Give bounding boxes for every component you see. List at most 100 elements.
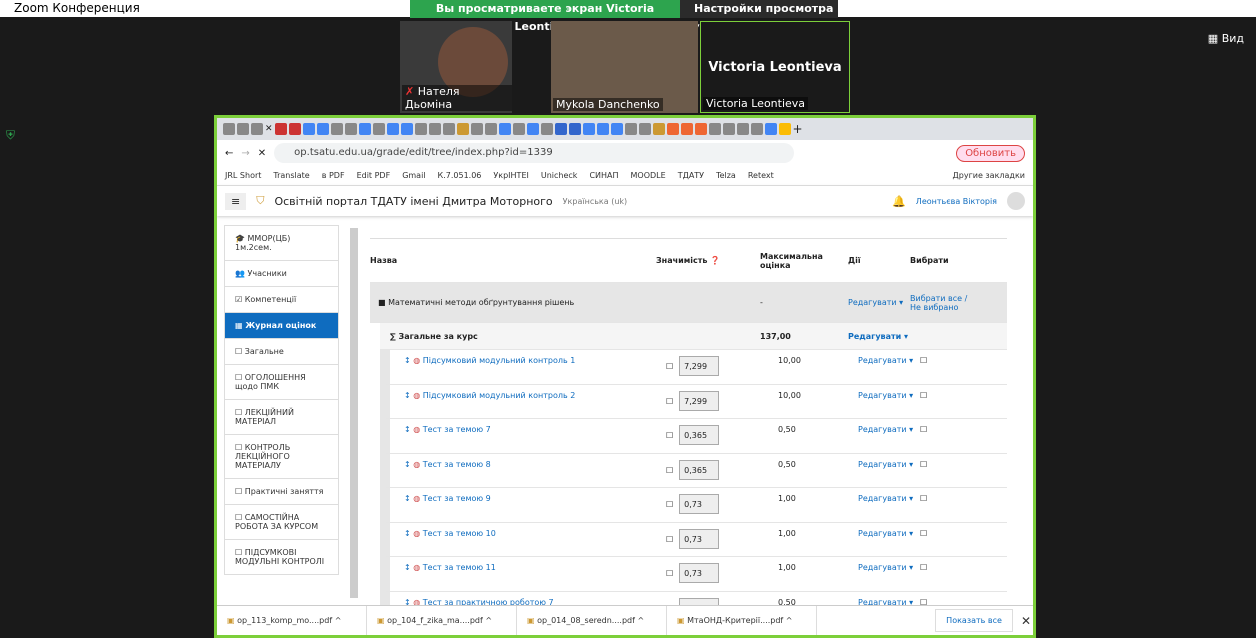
select-checkbox[interactable]: ☐ (920, 529, 927, 538)
bookmark[interactable]: Retext (748, 171, 774, 180)
grade-item-row: ↕ ◍ Тест за темою 9 ☐ 0,73 1,00 Редагуват… (380, 488, 1007, 523)
edit-menu[interactable]: Редагувати ▾ (848, 332, 908, 341)
edit-menu[interactable]: Редагувати ▾ (858, 356, 913, 365)
bookmark[interactable]: Edit PDF (357, 171, 391, 180)
sidebar-item[interactable]: ☐ Загальне (224, 339, 339, 365)
weight-input[interactable]: 7,299 (679, 356, 720, 376)
bookmark[interactable]: MOODLE (631, 171, 666, 180)
sidebar-item[interactable]: 👥 Учасники (224, 261, 339, 287)
bookmark[interactable]: УкрІНТЕІ (493, 171, 528, 180)
sidebar-item-gradebook[interactable]: ▦ Журнал оцінок (224, 313, 339, 339)
edit-menu[interactable]: Редагувати ▾ (858, 563, 913, 572)
bookmark[interactable]: Другие закладки (953, 171, 1026, 180)
url-input[interactable]: op.tsatu.edu.ua/grade/edit/tree/index.ph… (274, 143, 795, 163)
menu-icon[interactable]: ≡ (225, 192, 247, 210)
user-menu[interactable]: Леонтьєва Вікторія (916, 197, 997, 206)
grade-item-link[interactable]: Тест за темою 7 (423, 425, 491, 434)
view-options-button[interactable]: Настройки просмотра ▾ (680, 0, 838, 33)
weight-input[interactable]: 0,365 (679, 459, 720, 480)
select-checkbox[interactable]: ☐ (920, 425, 927, 434)
sidebar-item[interactable]: ☐ ОГОЛОШЕННЯ щодо ПМК (224, 365, 339, 400)
sidebar-scrollbar[interactable] (350, 228, 358, 598)
edit-menu[interactable]: Редагувати ▾ (858, 425, 913, 434)
participant-tile[interactable]: Victoria Leontieva Victoria Leontieva (700, 21, 850, 113)
grade-item-link[interactable]: Тест за темою 9 (423, 494, 491, 503)
sidebar-item[interactable]: ☐ САМОСТІЙНА РОБОТА ЗА КУРСОМ (224, 505, 339, 540)
sidebar-item[interactable]: ☑ Компетенції (224, 287, 339, 313)
move-icon[interactable]: ↕ (404, 460, 411, 469)
move-icon[interactable]: ↕ (404, 425, 411, 434)
view-button[interactable]: ▦ Вид (1208, 32, 1244, 45)
weight-input[interactable]: 0,73 (679, 494, 720, 514)
select-checkbox[interactable]: ☐ (920, 356, 927, 365)
grade-item-link[interactable]: Тест за темою 11 (423, 563, 496, 572)
select-checkbox[interactable]: ☐ (920, 460, 927, 469)
bookmark[interactable]: в PDF (322, 171, 345, 180)
select-checkbox[interactable]: ☐ (920, 391, 927, 400)
quiz-icon: ◍ (413, 563, 421, 572)
move-icon[interactable]: ↕ (404, 529, 411, 538)
bookmark[interactable]: Unicheck (541, 171, 578, 180)
bell-icon[interactable]: 🔔 (892, 195, 906, 208)
update-button[interactable]: Обновить (956, 144, 1025, 162)
select-checkbox[interactable]: ☐ (920, 494, 927, 503)
participant-tile[interactable]: ✗ Нателя Дьоміна (400, 21, 512, 113)
grade-item-link[interactable]: Підсумковий модульний контроль 2 (423, 391, 576, 400)
download-item[interactable]: ▣ op_104_f_zika_ma....pdf ^ (367, 605, 517, 635)
download-item[interactable]: ▣ op_113_komp_mo....pdf ^ (217, 605, 367, 635)
sidebar-item[interactable]: 🎓 ММОР(ЦБ) 1м.2сем. (224, 225, 339, 261)
move-icon[interactable]: ↕ (404, 563, 411, 572)
move-icon[interactable]: ↕ (404, 391, 411, 400)
show-all-button[interactable]: Показать все (935, 609, 1013, 632)
bookmark[interactable]: Gmail (402, 171, 425, 180)
weight-override-checkbox[interactable]: ☐ (666, 569, 673, 578)
participant-tile[interactable]: Mykola Danchenko (551, 21, 698, 113)
weight-override-checkbox[interactable]: ☐ (666, 535, 673, 544)
grade-item-link[interactable]: Тест за темою 8 (423, 460, 491, 469)
sidebar-item[interactable]: ☐ ПІДСУМКОВІ МОДУЛЬНІ КОНТРОЛІ (224, 540, 339, 575)
weight-input[interactable]: 0,73 (679, 563, 720, 583)
edit-menu[interactable]: Редагувати ▾ (848, 298, 903, 307)
bookmark[interactable]: ТДАТУ (678, 171, 704, 180)
weight-override-checkbox[interactable]: ☐ (666, 466, 673, 475)
edit-menu[interactable]: Редагувати ▾ (858, 460, 913, 469)
site-name[interactable]: Освітній портал ТДАТУ імені Дмитра Мотор… (274, 195, 552, 208)
edit-menu[interactable]: Редагувати ▾ (858, 529, 913, 538)
bookmark[interactable]: Telza (716, 171, 736, 180)
category-row: ■ Математичні методи обґрунтування рішен… (370, 283, 1007, 323)
move-icon[interactable]: ↕ (404, 494, 411, 503)
weight-override-checkbox[interactable]: ☐ (666, 397, 673, 406)
bookmark[interactable]: Translate (273, 171, 309, 180)
weight-override-checkbox[interactable]: ☐ (666, 362, 673, 371)
weight-override-checkbox[interactable]: ☐ (666, 500, 673, 509)
bookmark[interactable]: JRL Short (225, 171, 261, 180)
new-tab-button[interactable]: + (793, 122, 803, 136)
move-icon[interactable]: ↕ (404, 356, 411, 365)
close-downloads-icon[interactable]: ✕ (1021, 614, 1031, 628)
weight-override-checkbox[interactable]: ☐ (666, 431, 673, 440)
sidebar-item[interactable]: ☐ КОНТРОЛЬ ЛЕКЦІЙНОГО МАТЕРІАЛУ (224, 435, 339, 479)
browser-tab-strip[interactable]: ✕ + (217, 118, 1033, 140)
bookmark[interactable]: СИНАП (589, 171, 618, 180)
weight-input[interactable]: 7,299 (679, 390, 720, 411)
edit-menu[interactable]: Редагувати ▾ (858, 391, 913, 400)
bookmark[interactable]: К.7.051.06 (438, 171, 482, 180)
download-item[interactable]: ▣ op_014_08_seredn....pdf ^ (517, 605, 667, 635)
site-logo-icon: ⛉ (256, 194, 265, 207)
language-select[interactable]: Українська (uk) (563, 197, 627, 206)
weight-input[interactable]: 0,73 (679, 528, 720, 549)
sidebar-item[interactable]: ☐ Практичні заняття (224, 479, 339, 505)
edit-menu[interactable]: Редагувати ▾ (858, 494, 913, 503)
quiz-icon: ◍ (413, 390, 421, 400)
sidebar-item[interactable]: ☐ ЛЕКЦІЙНИЙ МАТЕРІАЛ (224, 400, 339, 435)
avatar[interactable] (1007, 192, 1025, 210)
weight-input[interactable]: 0,365 (679, 425, 720, 445)
select-checkbox[interactable]: ☐ (920, 563, 927, 572)
stop-icon[interactable]: ✕ (258, 148, 266, 159)
grade-item-link[interactable]: Тест за темою 10 (423, 529, 496, 538)
back-icon[interactable]: ← (225, 148, 233, 159)
download-item[interactable]: ▣ МтаОНД-Критерії....pdf ^ (667, 605, 817, 635)
grade-item-link[interactable]: Підсумковий модульний контроль 1 (423, 356, 576, 365)
select-all-link[interactable]: Вибрати все / Не вибрано (910, 294, 980, 312)
forward-icon[interactable]: → (241, 148, 249, 159)
